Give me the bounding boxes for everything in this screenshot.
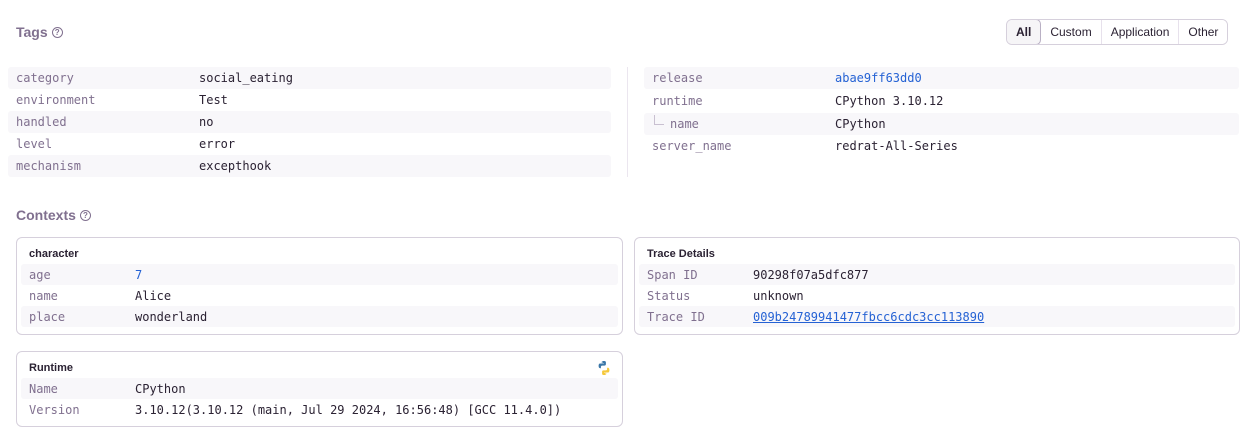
python-icon (598, 361, 610, 375)
tag-key: handled (16, 115, 67, 129)
tag-key: server_name (652, 139, 732, 153)
context-key: Version (29, 402, 80, 417)
context-value: 3.10.12(3.10.12 (main, Jul 29 2024, 16:5… (135, 402, 562, 417)
context-key: Trace ID (647, 309, 705, 324)
runtime-context-card: Runtime Name CPython Version 3.10.12(3.1… (16, 351, 623, 427)
context-row-runtime-name: Name CPython (21, 378, 618, 399)
column-divider (627, 67, 628, 177)
context-key: name (29, 288, 58, 303)
filter-application-button[interactable]: Application (1101, 20, 1180, 44)
character-context-card: character age 7 name Alice place wonderl… (16, 237, 623, 335)
context-key: place (29, 309, 66, 324)
context-value: unknown (753, 288, 804, 303)
tag-row-level[interactable]: level error (8, 133, 611, 155)
filter-all-button[interactable]: All (1007, 20, 1042, 44)
tag-key: runtime (652, 94, 703, 108)
tag-row-environment[interactable]: environment Test (8, 89, 611, 111)
contexts-title: Contexts ? (16, 207, 91, 223)
help-icon[interactable]: ? (79, 209, 91, 221)
tag-key: environment (16, 93, 96, 107)
trace-id-link[interactable]: 009b24789941477fbcc6cdc3cc113890 (753, 310, 984, 324)
tag-key: name (644, 115, 835, 131)
tag-filter-group: All Custom Application Other (1006, 19, 1229, 45)
tag-row-release[interactable]: release abae9ff63dd0 (644, 67, 1239, 89)
tag-value: error (199, 137, 236, 151)
card-title: Runtime (29, 362, 73, 374)
tags-title: Tags ? (16, 24, 63, 40)
tag-key: mechanism (16, 159, 82, 173)
tag-row-runtime-name[interactable]: name CPython (644, 113, 1239, 135)
context-row-name: name Alice (21, 285, 618, 306)
tag-value: redrat-All-Series (835, 139, 958, 153)
context-value: wonderland (135, 309, 208, 324)
release-link[interactable]: abae9ff63dd0 (835, 71, 922, 85)
tag-key: category (16, 71, 74, 85)
context-row-age: age 7 (21, 264, 618, 285)
tag-row-handled[interactable]: handled no (8, 111, 611, 133)
help-icon[interactable]: ? (51, 26, 63, 38)
context-value: 7 (135, 267, 143, 282)
tag-value: social_eating (199, 71, 293, 85)
tag-key: level (16, 137, 53, 151)
context-row-status: Status unknown (639, 285, 1235, 306)
card-title: character (29, 248, 79, 260)
tag-value: Test (199, 93, 228, 107)
filter-other-button[interactable]: Other (1179, 20, 1228, 44)
tag-row-category[interactable]: category social_eating (8, 67, 611, 89)
context-row-trace-id: Trace ID 009b24789941477fbcc6cdc3cc11389… (639, 306, 1235, 327)
context-value: Alice (135, 288, 172, 303)
tag-value: CPython (835, 117, 886, 131)
context-value: CPython (135, 381, 186, 396)
tags-right-column: release abae9ff63dd0 runtime CPython 3.1… (644, 67, 1239, 157)
context-key: Status (647, 288, 691, 303)
context-row-runtime-version: Version 3.10.12(3.10.12 (main, Jul 29 20… (21, 399, 618, 420)
tag-value: CPython 3.10.12 (835, 94, 944, 108)
context-key: age (29, 267, 51, 282)
context-key: Name (29, 381, 58, 396)
tag-row-mechanism[interactable]: mechanism excepthook (8, 155, 611, 177)
card-title: Trace Details (647, 248, 715, 260)
context-key: Span ID (647, 267, 698, 282)
tree-branch-icon (654, 115, 664, 125)
tag-row-server-name[interactable]: server_name redrat-All-Series (644, 135, 1239, 157)
context-row-span-id: Span ID 90298f07a5dfc877 (639, 264, 1235, 285)
tag-value: excepthook (199, 159, 272, 173)
tags-left-column: category social_eating environment Test … (8, 67, 611, 177)
tag-value: no (199, 115, 214, 129)
filter-custom-button[interactable]: Custom (1041, 20, 1102, 44)
context-value: 90298f07a5dfc877 (753, 267, 869, 282)
context-row-place: place wonderland (21, 306, 618, 327)
tag-row-runtime[interactable]: runtime CPython 3.10.12 (644, 89, 1239, 113)
tag-key: release (652, 71, 703, 85)
trace-details-card: Trace Details Span ID 90298f07a5dfc877 S… (634, 237, 1240, 335)
